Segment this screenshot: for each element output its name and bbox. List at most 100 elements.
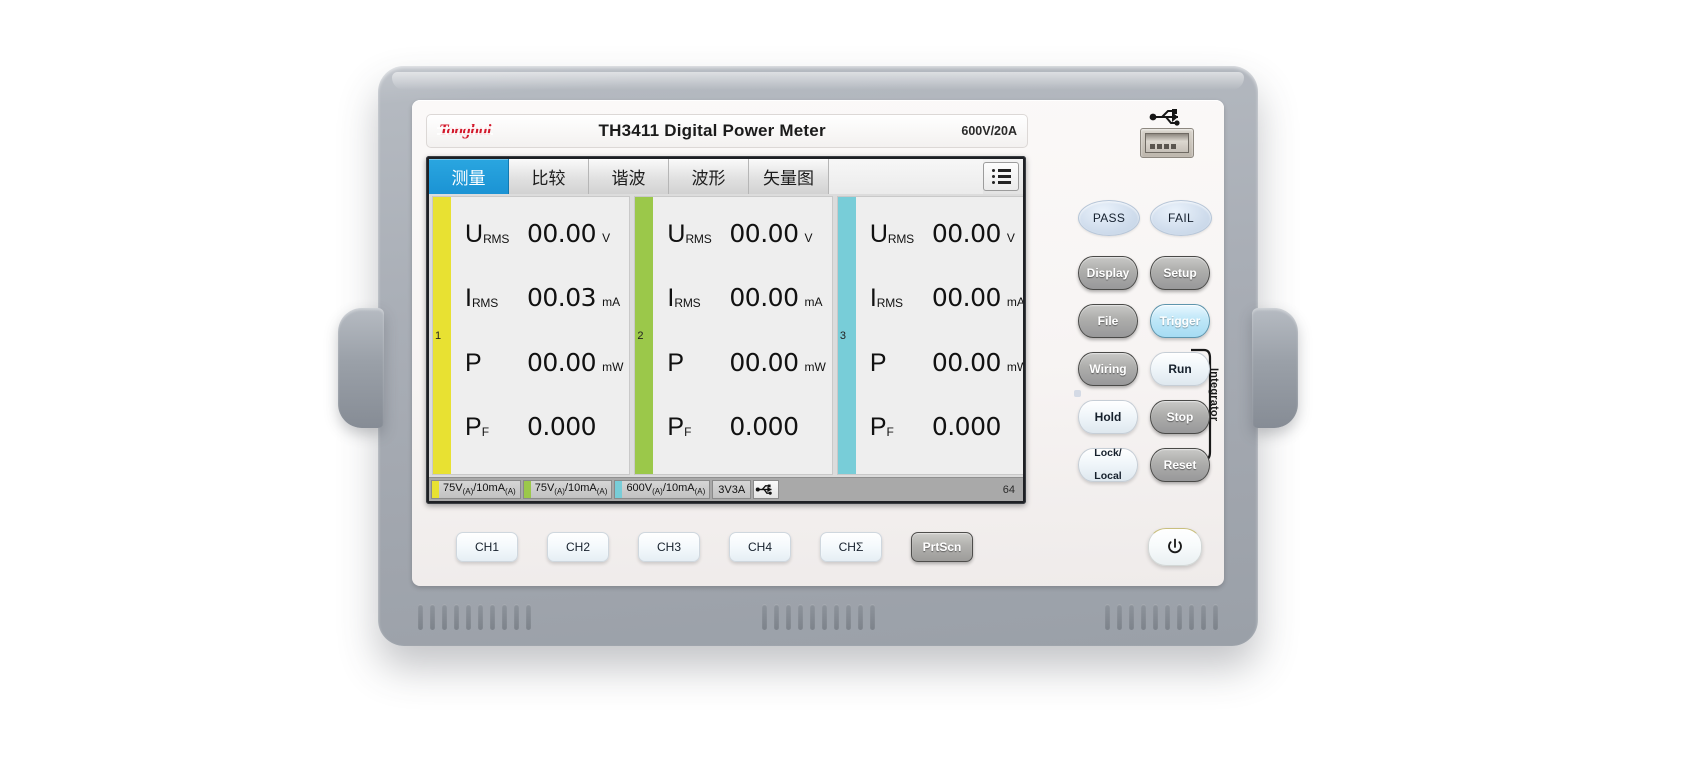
symbol-letter: P: [667, 348, 685, 377]
usb-icon: [1148, 108, 1188, 126]
file-button[interactable]: File: [1078, 304, 1138, 338]
vent-rib: [1177, 604, 1182, 630]
symbol-letter: U: [465, 220, 484, 249]
symbol-subscript: F: [481, 424, 489, 439]
range-indicator[interactable]: 75V(A)/10mA(A): [522, 480, 613, 499]
vent-rib: [797, 604, 803, 630]
measurement-value: 00.00: [527, 347, 597, 377]
measurement-row: PF 0.000: [465, 412, 623, 452]
lcd-screen[interactable]: 测量 比较 谐波 波形 矢量图 1 URMS 00.00 V IRMS 00.03 mA P 00.00…: [429, 159, 1023, 501]
channel-number: 2: [637, 329, 644, 342]
measurement-unit: mA: [1006, 295, 1023, 310]
wiring-button[interactable]: Wiring: [1078, 352, 1138, 386]
tab-harmonics[interactable]: 谐波: [589, 159, 669, 194]
measurement-unit: V: [1006, 231, 1015, 246]
vent-rib: [1153, 604, 1158, 630]
rating-badge: 600V/20A: [961, 124, 1017, 138]
range-current: /10mA: [473, 482, 506, 495]
front-panel: Tonghui TH3411 Digital Power Meter 600V/…: [412, 100, 1224, 586]
measurement-unit: mW: [1006, 359, 1023, 374]
symbol-letter: U: [869, 220, 888, 249]
range-current: /10mA: [662, 482, 695, 495]
measurement-value: 0.000: [527, 411, 597, 441]
run-button[interactable]: Run: [1150, 352, 1210, 386]
chsum-button[interactable]: CHΣ: [820, 532, 882, 562]
ch3-button[interactable]: CH3: [638, 532, 700, 562]
usb-port-inner: [1145, 133, 1189, 153]
symbol-subscript: RMS: [483, 232, 510, 247]
brand-bar: Tonghui TH3411 Digital Power Meter 600V/…: [426, 114, 1028, 148]
control-cluster: Integrator PASS FAIL Display Setup File Trigg…: [1064, 200, 1220, 500]
reset-button[interactable]: Reset: [1150, 448, 1210, 482]
vent-rib: [1165, 604, 1170, 630]
measurement-unit: mA: [602, 295, 621, 310]
tab-measure[interactable]: 测量: [429, 159, 509, 194]
symbol-subscript: F: [684, 424, 692, 439]
status-bar: 75V(A)/10mA(A) 75V(A)/10mA(A) 600V(A)/10mA…: [429, 477, 1023, 501]
symbol-letter: U: [667, 220, 686, 249]
symbol-subscript: RMS: [674, 296, 701, 311]
status-usb-icon[interactable]: [753, 480, 780, 499]
menu-icon-row: [991, 169, 1011, 172]
tonghui-logo: Tonghui: [437, 122, 493, 139]
display-button[interactable]: Display: [1078, 256, 1138, 290]
ch2-button[interactable]: CH2: [547, 532, 609, 562]
symbol-letter: I: [869, 284, 877, 313]
measurement-symbol: PF: [465, 413, 527, 442]
measurement-unit: mW: [602, 359, 624, 374]
lamp-pass: PASS: [1078, 200, 1140, 236]
range-label: 75V(A)/10mA(A): [443, 482, 516, 496]
list-menu-icon[interactable]: [983, 162, 1019, 191]
channel-card[interactable]: 2 URMS 00.00 V IRMS 00.00 mA P 00.00 mW PF 0.000: [634, 196, 833, 475]
measurement-symbol: URMS: [465, 220, 527, 249]
power-button[interactable]: [1148, 528, 1202, 566]
range-voltage-sub: (A): [462, 487, 474, 497]
usb-pin: [1157, 144, 1162, 149]
tab-compare[interactable]: 比较: [509, 159, 589, 194]
range-current: /10mA: [564, 482, 597, 495]
vent-rib: [845, 604, 851, 630]
vent-group-left: [418, 604, 531, 630]
menu-icon-glyph: [991, 169, 1011, 184]
bottom-button-row: CH1 CH2 CH3 CH4 CHΣ PrtScn: [430, 528, 1206, 572]
measurement-symbol: PF: [870, 413, 932, 442]
measurement-symbol: URMS: [667, 220, 729, 249]
measurement-symbol: P: [667, 349, 729, 378]
measurement-row: URMS 00.00 V: [870, 219, 1023, 259]
channel-card[interactable]: 3 URMS 00.00 V IRMS 00.00 mA P 00.00 mW PF 0.000: [836, 196, 1023, 475]
tab-waveform[interactable]: 波形: [669, 159, 749, 194]
vent-rib: [821, 604, 827, 630]
menu-icon-row: [991, 181, 1011, 184]
measurement-value: 0.000: [729, 411, 799, 441]
range-indicator[interactable]: 75V(A)/10mA(A): [431, 480, 521, 499]
channel-card[interactable]: 1 URMS 00.00 V IRMS 00.03 mA P 00.00 mW PF 0.000: [432, 196, 631, 475]
setup-button[interactable]: Setup: [1150, 256, 1210, 290]
vent-rib: [514, 604, 519, 630]
ch1-button[interactable]: CH1: [456, 532, 518, 562]
range-voltage-sub: (A): [554, 487, 565, 497]
trigger-button[interactable]: Trigger: [1150, 304, 1210, 338]
vent-rib: [1105, 604, 1110, 630]
range-indicator[interactable]: 600V(A)/10mA(A): [614, 480, 711, 499]
measurement-row: URMS 00.00 V: [667, 219, 825, 259]
measurement-value: 00.00: [931, 219, 1002, 249]
measurement-value: 00.00: [527, 219, 597, 249]
hold-button[interactable]: Hold: [1078, 400, 1138, 434]
wiring-mode-indicator[interactable]: 3V3A: [712, 480, 752, 499]
side-handle-left: [338, 308, 384, 428]
measurement-unit: mA: [804, 295, 823, 310]
symbol-subscript: RMS: [887, 232, 914, 247]
prtscn-button[interactable]: PrtScn: [911, 532, 973, 562]
symbol-letter: P: [465, 348, 482, 377]
ch4-button[interactable]: CH4: [729, 532, 791, 562]
measurement-row: P 00.00 mW: [870, 348, 1023, 388]
stop-button[interactable]: Stop: [1150, 400, 1210, 434]
lock-local-button[interactable]: Lock/Local: [1078, 448, 1138, 482]
tab-vector[interactable]: 矢量图: [749, 159, 829, 194]
range-voltage: 75V: [534, 482, 555, 495]
channel-readouts: URMS 00.00 V IRMS 00.00 mA P 00.00 mW PF 0.000: [653, 197, 831, 474]
measurement-unit: V: [804, 231, 813, 246]
measurement-symbol: PF: [667, 413, 729, 442]
usb-port[interactable]: [1140, 128, 1194, 158]
symbol-subscript: RMS: [685, 232, 712, 247]
